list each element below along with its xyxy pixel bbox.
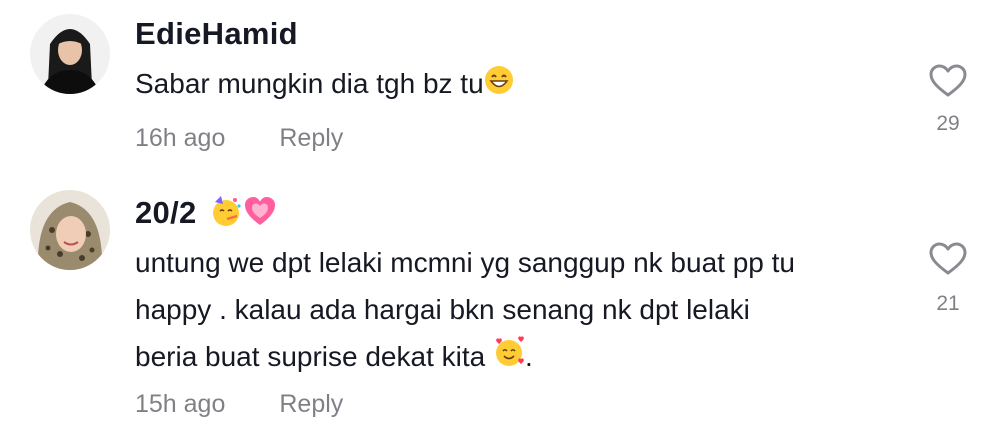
heart-outline-icon[interactable] (929, 242, 967, 276)
avatar[interactable] (30, 14, 110, 94)
comment-text-line: untung we dpt lelaki mcmni yg sanggup nk… (135, 247, 795, 278)
like-count: 21 (936, 292, 960, 315)
comment-author[interactable]: 20/2 (135, 194, 277, 236)
avatar[interactable] (30, 190, 110, 270)
partying-face-icon (209, 194, 243, 236)
growing-heart-icon (243, 194, 277, 236)
like-count: 29 (936, 112, 960, 135)
avatar-image (30, 190, 110, 270)
comment-author[interactable]: EdieHamid (135, 16, 298, 52)
avatar-image (30, 14, 110, 94)
comment-meta: 16h ago Reply (135, 124, 343, 153)
comment-time: 15h ago (135, 390, 226, 418)
like-button[interactable]: 21 (928, 242, 968, 316)
smiling-face-with-hearts-icon (493, 335, 525, 382)
comment-time: 16h ago (135, 124, 226, 152)
comment-meta: 15h ago Reply (135, 390, 343, 419)
heart-outline-icon[interactable] (929, 64, 967, 98)
comment-text-line: happy . kalau ada hargai bkn senang nk d… (135, 294, 750, 325)
like-button[interactable]: 29 (928, 64, 968, 136)
reply-button[interactable]: Reply (279, 390, 343, 418)
reply-button[interactable]: Reply (279, 124, 343, 152)
grinning-face-with-smiling-eyes-icon (484, 62, 514, 109)
comment-text-line: beria buat suprise dekat kita . (135, 333, 915, 382)
comment-text: untung we dpt lelaki mcmni yg sanggup nk… (135, 239, 915, 382)
comment-text: Sabar mungkin dia tgh bz tu (135, 60, 915, 109)
